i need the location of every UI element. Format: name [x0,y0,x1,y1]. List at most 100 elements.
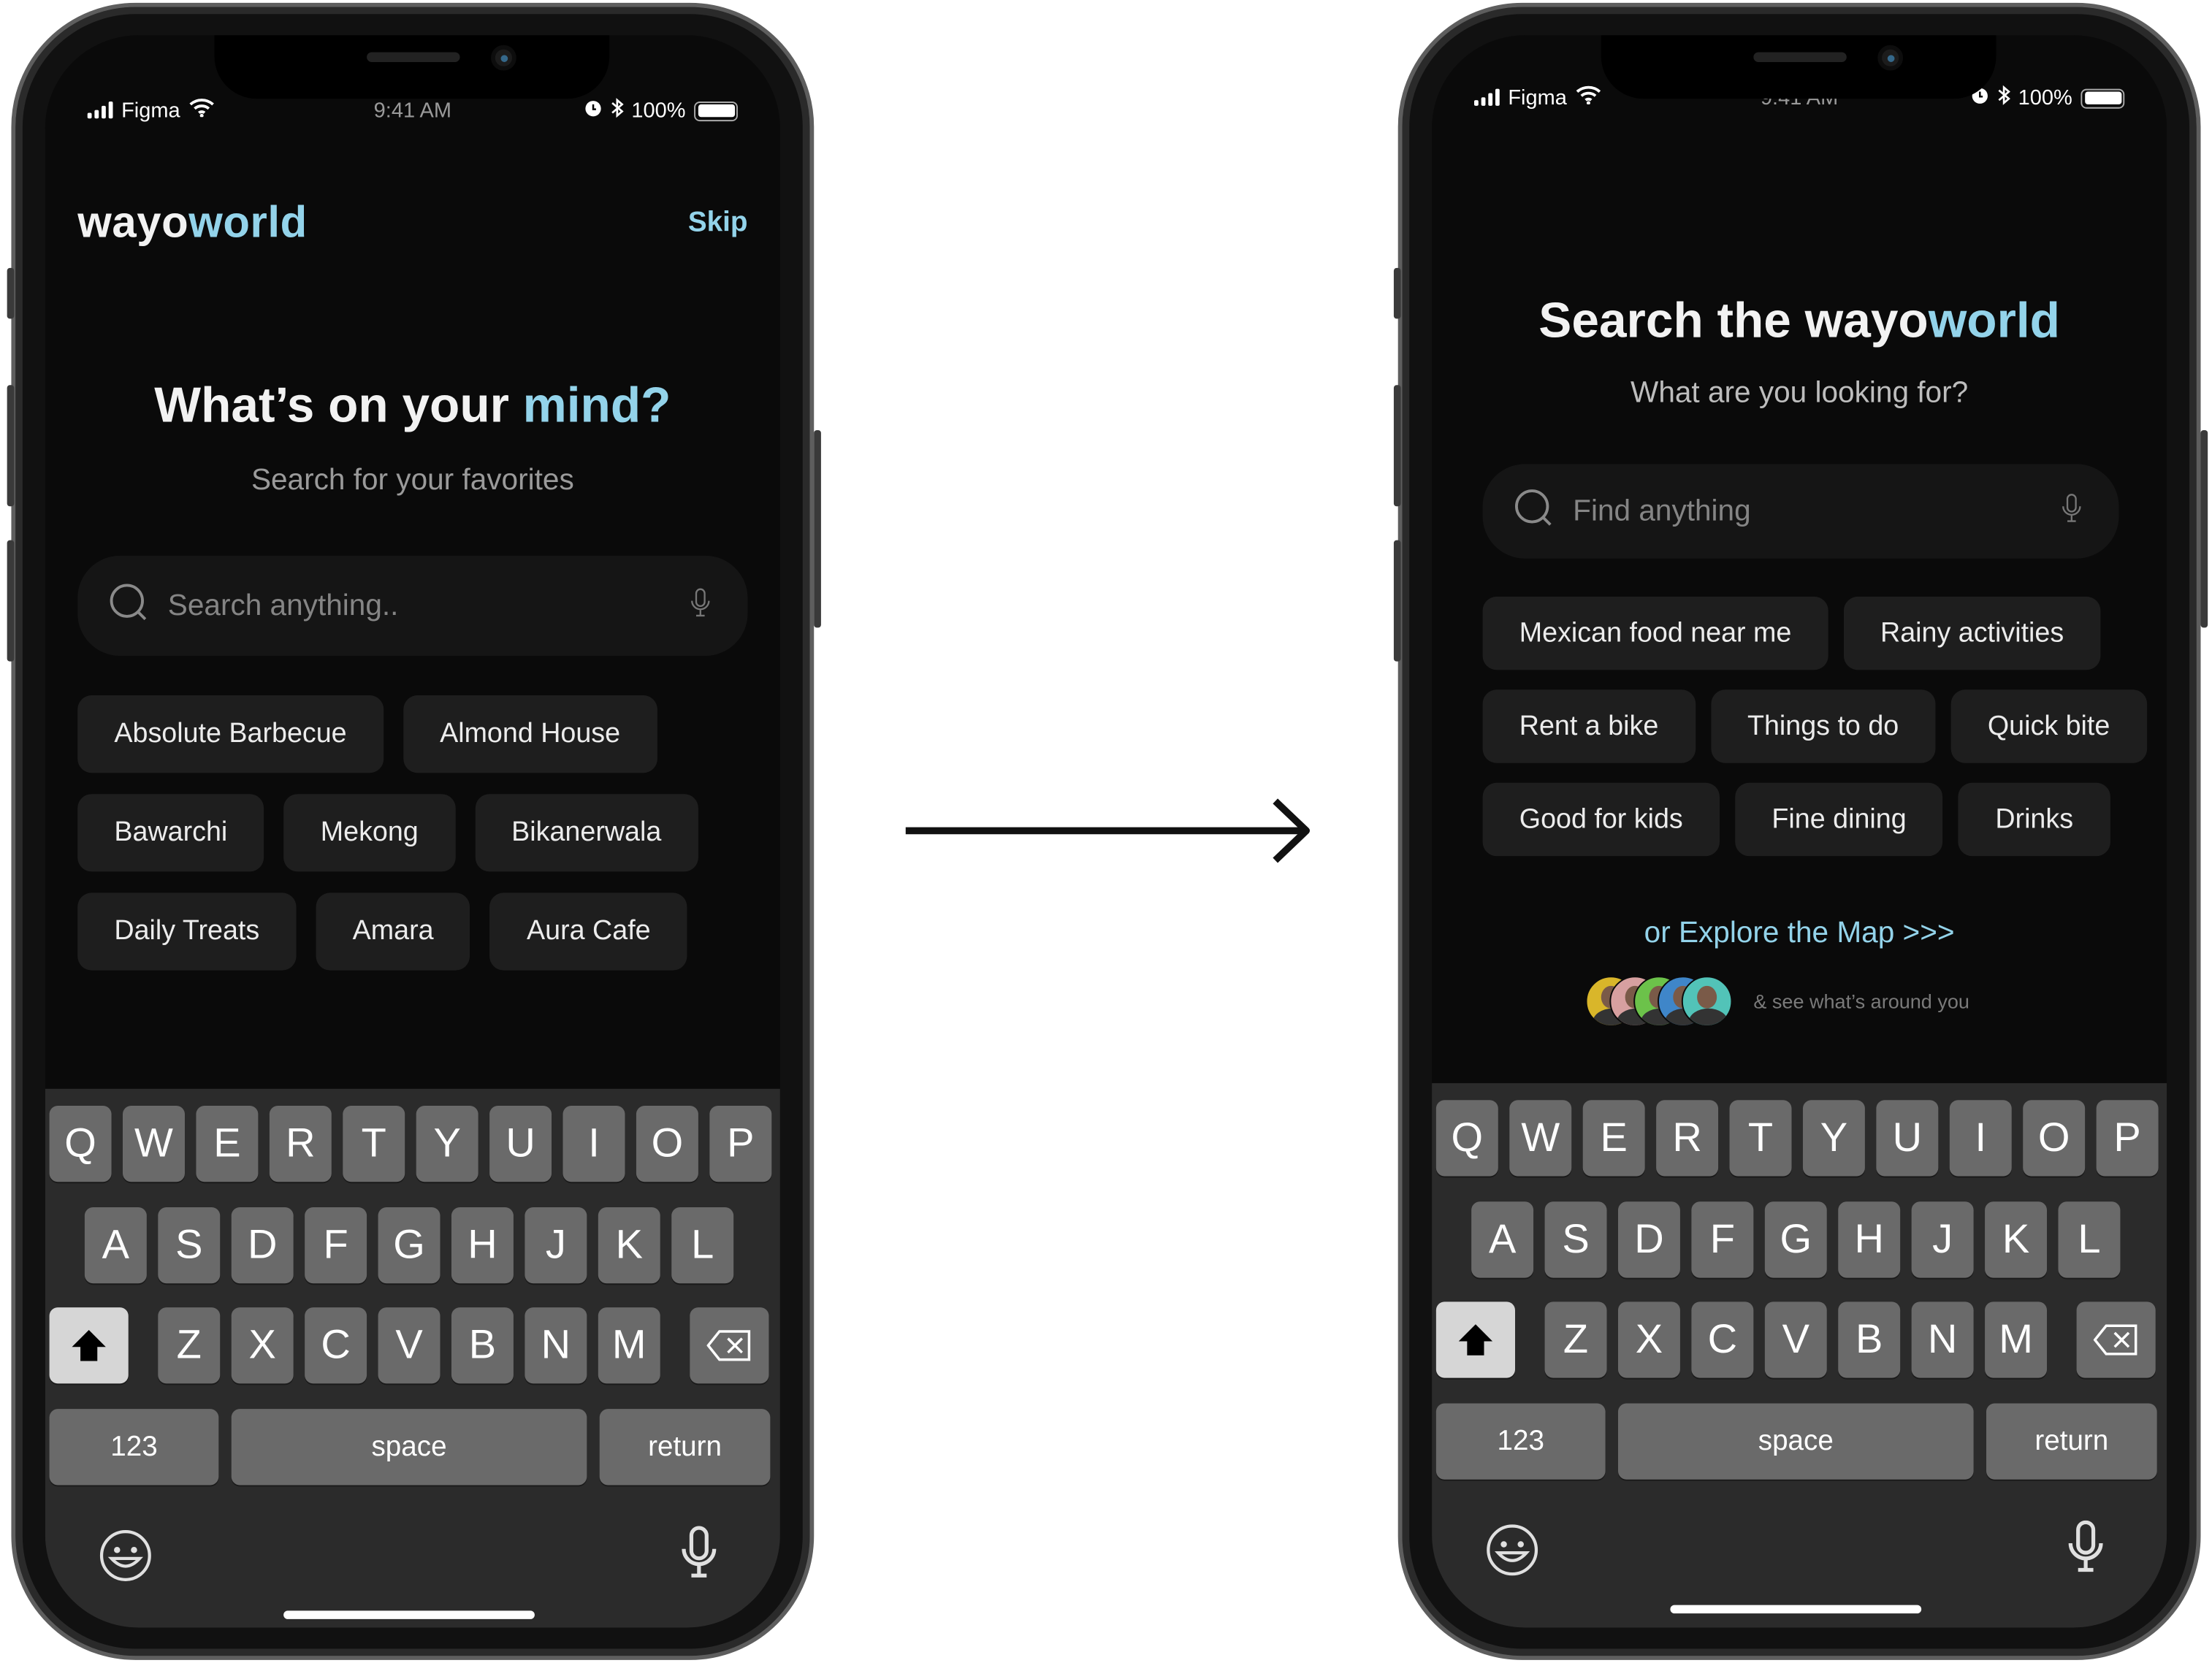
key-n[interactable]: N [525,1307,587,1384]
key-x[interactable]: X [1617,1301,1680,1378]
key-e[interactable]: E [1582,1100,1645,1177]
key-h[interactable]: H [451,1207,514,1284]
key-s[interactable]: S [1544,1201,1607,1278]
key-s[interactable]: S [158,1207,221,1284]
key-k[interactable]: K [1985,1201,2048,1278]
battery-icon [694,101,738,121]
dictation-mic-icon[interactable] [2067,1520,2105,1581]
key-w[interactable]: W [123,1105,185,1182]
nearby-row: & see what’s around you [1585,976,1969,1027]
key-c[interactable]: C [305,1307,367,1384]
key-o[interactable]: O [636,1105,698,1182]
return-key[interactable]: return [599,1409,771,1486]
key-q[interactable]: Q [1435,1100,1498,1177]
speaker [367,52,460,62]
suggestion-chip[interactable]: Rainy activities [1843,596,2101,670]
key-i[interactable]: I [1949,1100,2012,1177]
key-v[interactable]: V [1764,1301,1827,1378]
canvas: Figma 9:41 AM 100% wayoworld Skip What’s on y… [0,0,2212,1663]
key-d[interactable]: D [1617,1201,1680,1278]
key-g[interactable]: G [378,1207,441,1284]
key-y[interactable]: Y [416,1105,478,1182]
suggestion-chip[interactable]: Drinks [1959,782,2110,857]
key-w[interactable]: W [1509,1100,1572,1177]
key-u[interactable]: U [489,1105,552,1182]
key-a[interactable]: A [84,1207,147,1284]
suggestion-chip[interactable]: Mexican food near me [1482,596,1828,670]
key-m[interactable]: M [598,1307,660,1384]
explore-map-link[interactable]: or Explore the Map >>> [1432,917,2167,950]
key-a[interactable]: A [1471,1201,1534,1278]
numbers-key[interactable]: 123 [49,1409,219,1486]
numbers-key[interactable]: 123 [1435,1403,1606,1480]
key-j[interactable]: J [1911,1201,1974,1278]
key-c[interactable]: C [1691,1301,1754,1378]
key-x[interactable]: X [231,1307,294,1384]
key-p[interactable]: P [709,1105,772,1182]
key-b[interactable]: B [1838,1301,1901,1378]
key-t[interactable]: T [343,1105,405,1182]
suggestion-chip[interactable]: Almond House [403,695,657,773]
search-icon [109,583,148,630]
suggestion-chip[interactable]: Bikanerwala [474,794,698,872]
suggestion-chip[interactable]: Amara [316,892,470,971]
key-f[interactable]: F [1691,1201,1754,1278]
key-o[interactable]: O [2023,1100,2086,1177]
skip-button[interactable]: Skip [688,207,748,240]
key-m[interactable]: M [1985,1301,2048,1378]
battery-percent: 100% [2018,85,2072,110]
key-v[interactable]: V [378,1307,441,1384]
key-b[interactable]: B [451,1307,514,1384]
key-d[interactable]: D [231,1207,294,1284]
key-t[interactable]: T [1729,1100,1792,1177]
key-z[interactable]: Z [158,1307,221,1384]
key-p[interactable]: P [2096,1100,2159,1177]
key-e[interactable]: E [196,1105,259,1182]
suggestion-chip[interactable]: Mekong [283,794,455,872]
title-accent: world [1928,293,2060,348]
key-k[interactable]: K [598,1207,660,1284]
search-input[interactable]: Find anything [1482,464,2119,559]
return-key[interactable]: return [1986,1403,2157,1480]
key-l[interactable]: L [671,1207,734,1284]
page-title: What’s on your mind? [45,378,780,435]
search-placeholder: Find anything [1573,494,1751,527]
search-input[interactable]: Search anything.. [77,555,748,656]
key-f[interactable]: F [305,1207,367,1284]
logo-part-accent: world [188,197,308,247]
key-z[interactable]: Z [1544,1301,1607,1378]
suggestion-chip[interactable]: Absolute Barbecue [77,695,384,773]
key-l[interactable]: L [2058,1201,2121,1278]
space-key[interactable]: space [1617,1403,1974,1480]
microphone-icon[interactable] [2061,493,2082,530]
key-i[interactable]: I [562,1105,625,1182]
suggestion-chip[interactable]: Things to do [1710,689,1936,763]
key-j[interactable]: J [525,1207,587,1284]
key-g[interactable]: G [1764,1201,1827,1278]
dictation-mic-icon[interactable] [680,1526,718,1586]
key-n[interactable]: N [1911,1301,1974,1378]
suggestion-chip[interactable]: Daily Treats [77,892,297,971]
delete-icon [2093,1324,2137,1356]
space-key[interactable]: space [231,1409,587,1486]
suggestion-chip[interactable]: Fine dining [1735,782,1943,857]
suggestion-chip[interactable]: Bawarchi [77,794,264,872]
emoji-icon[interactable] [99,1529,152,1589]
key-q[interactable]: Q [49,1105,112,1182]
key-r[interactable]: R [1656,1100,1719,1177]
suggestion-chip[interactable]: Rent a bike [1482,689,1696,763]
shift-key[interactable] [1435,1301,1516,1378]
key-u[interactable]: U [1876,1100,1939,1177]
emoji-icon[interactable] [1485,1524,1538,1584]
suggestion-chip[interactable]: Good for kids [1482,782,1720,857]
delete-key[interactable] [690,1307,769,1384]
key-y[interactable]: Y [1802,1100,1865,1177]
app-logo: wayoworld [77,197,308,248]
shift-key[interactable] [49,1307,129,1384]
delete-key[interactable] [2076,1301,2156,1378]
microphone-icon[interactable] [690,587,711,624]
key-r[interactable]: R [269,1105,332,1182]
suggestion-chip[interactable]: Aura Cafe [489,892,687,971]
key-h[interactable]: H [1838,1201,1901,1278]
suggestion-chip[interactable]: Quick bite [1950,689,2147,763]
